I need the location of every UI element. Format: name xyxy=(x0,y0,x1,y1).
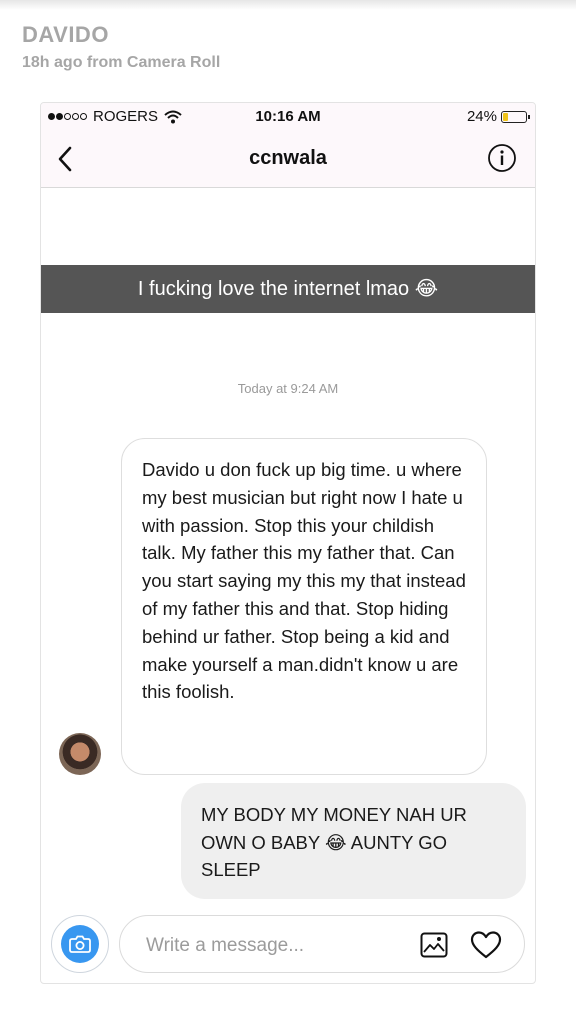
story-caption: I fucking love the internet lmao 😂 xyxy=(41,265,535,313)
status-time: 10:16 AM xyxy=(255,108,321,125)
story-meta: 18h ago from Camera Roll xyxy=(22,54,221,71)
camera-icon xyxy=(61,925,99,963)
snapchat-story-page: DAVIDO 18h ago from Camera Roll ROGERS 1… xyxy=(0,0,576,1024)
outgoing-message-bubble[interactable]: MY BODY MY MONEY NAH UR OWN O BABY 😂 AUN… xyxy=(181,783,526,899)
battery-percent: 24% xyxy=(466,108,497,125)
chat-header: ccnwala xyxy=(41,131,535,188)
screenshot-frame: ROGERS 10:16 AM 24% ccnwala I fucking lo… xyxy=(40,102,536,984)
status-right: 24% xyxy=(466,108,530,125)
status-bar: ROGERS 10:16 AM 24% xyxy=(41,103,535,131)
camera-button[interactable] xyxy=(51,915,109,973)
message-timestamp: Today at 9:24 AM xyxy=(237,381,339,396)
battery-level xyxy=(503,112,508,121)
heart-icon[interactable] xyxy=(470,930,502,960)
avatar[interactable] xyxy=(59,733,101,775)
info-circle-icon[interactable] xyxy=(487,143,517,173)
story-author-name: DAVIDO xyxy=(22,22,109,47)
conversation-title[interactable]: ccnwala xyxy=(41,147,535,170)
message-composer xyxy=(119,915,525,973)
incoming-message-bubble[interactable]: Davido u don fuck up big time. u where m… xyxy=(121,438,487,775)
image-icon[interactable] xyxy=(420,932,448,958)
message-input[interactable] xyxy=(144,933,408,959)
battery-icon xyxy=(501,110,530,123)
top-fade xyxy=(0,0,576,10)
